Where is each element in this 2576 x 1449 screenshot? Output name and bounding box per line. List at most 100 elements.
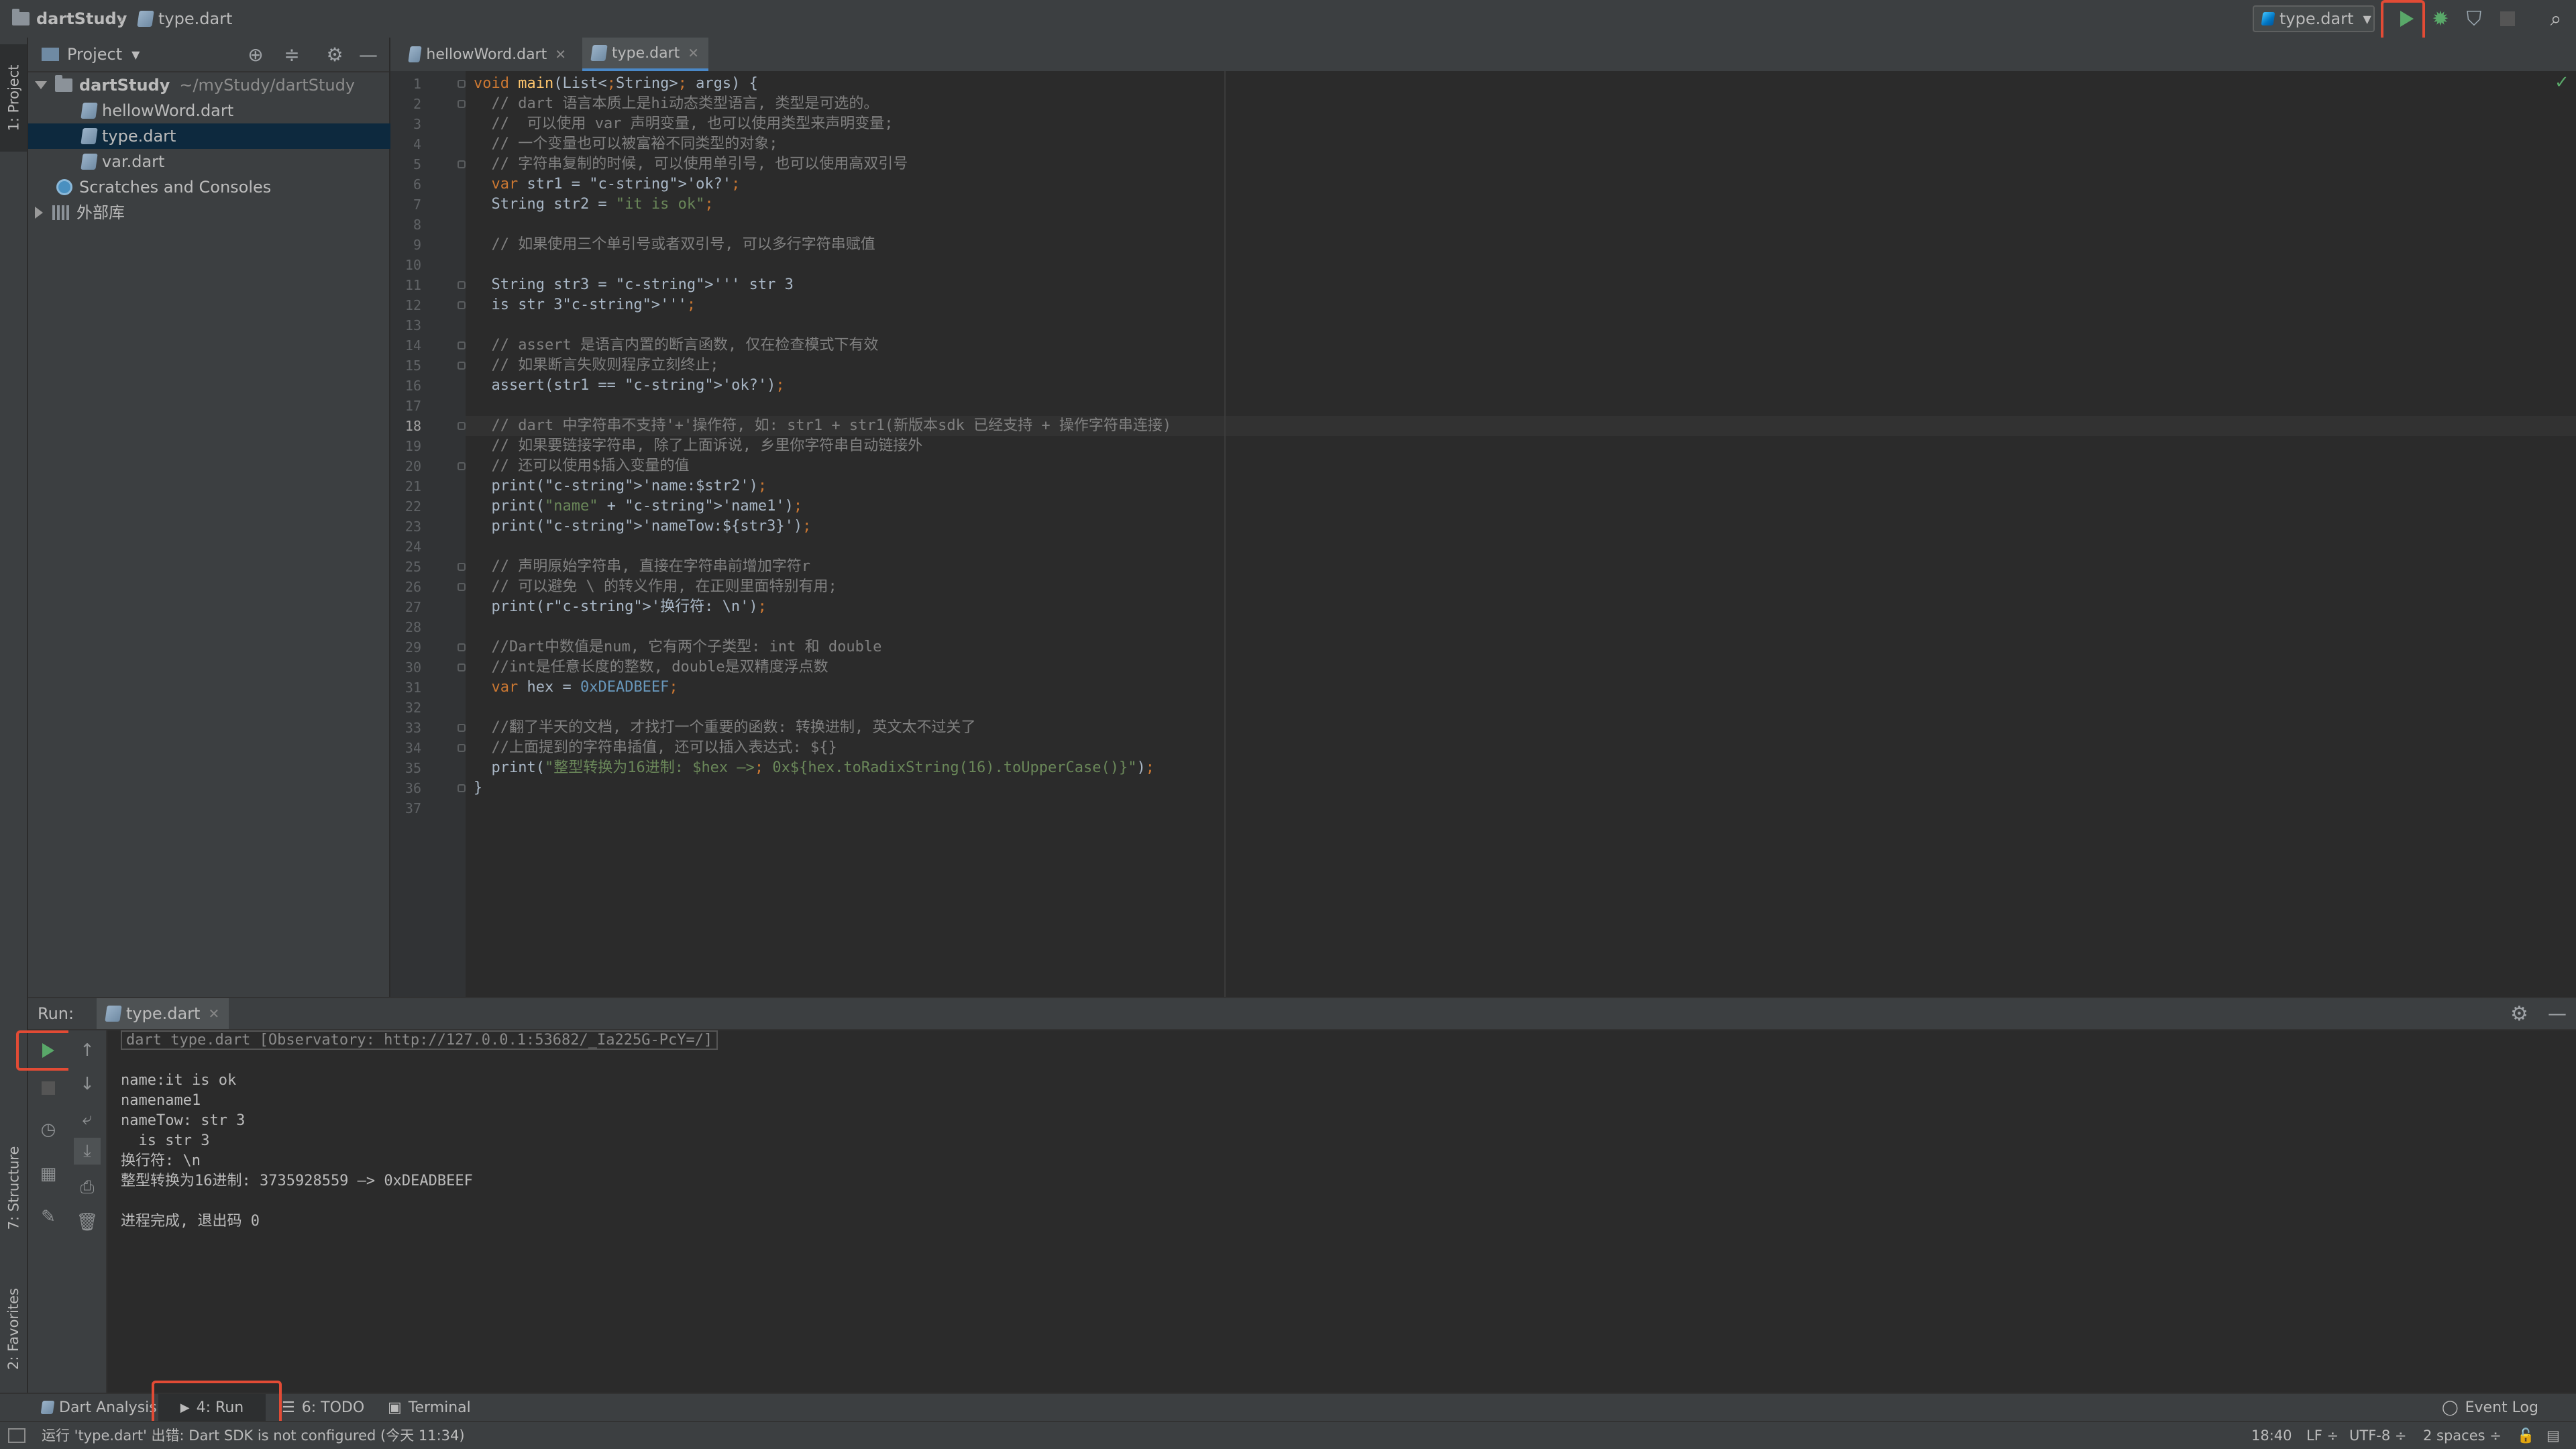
tool-dart-analysis[interactable]: Dart Analysis [40,1394,157,1421]
fold-marker-icon[interactable] [458,663,466,672]
tab-hellowword[interactable]: hellowWord.dart ✕ [400,38,576,71]
code-line[interactable]: // 还可以使用$插入变量的值 [474,456,689,476]
stop-button[interactable] [35,1075,62,1102]
scroll-down-button[interactable]: ↓ [74,1071,101,1097]
tree-item-dartstudy[interactable]: dartStudy ~/myStudy/dartStudy [28,72,396,98]
project-view-select[interactable]: Project [67,45,122,64]
fold-marker-icon[interactable] [458,583,466,591]
code-line[interactable]: print("整型转换为16进制: $hex —>; 0x${hex.toRad… [474,758,1154,778]
tool-run[interactable]: ▶ 4: Run [158,1394,266,1421]
code-line[interactable]: // 一个变量也可以被富裕不同类型的对象; [474,134,777,154]
locate-icon[interactable]: ⊕ [244,43,267,66]
code-line[interactable]: // dart 语言本质上是hi动态类型语言, 类型是可选的。 [474,94,878,114]
code-line[interactable]: // 如果使用三个单引号或者双引号, 可以多行字符串赋值 [474,235,875,255]
code-line[interactable]: // 如果要链接字符串, 除了上面诉说, 乡里你字符串自动链接外 [474,436,922,456]
tree-item-hellowword[interactable]: hellowWord.dart [28,98,443,123]
fold-marker-icon[interactable] [458,281,466,289]
code-line[interactable]: } [474,778,482,798]
hide-icon[interactable]: — [2548,1002,2567,1024]
tool-event-log[interactable]: ◯ Event Log [2442,1394,2538,1421]
gear-icon[interactable]: ⚙ [323,43,346,66]
fold-marker-icon[interactable] [458,422,466,430]
print-button[interactable]: ⎙ [74,1174,101,1201]
fold-marker-icon[interactable] [458,100,466,108]
tree-item-var-dart[interactable]: var.dart [28,149,443,174]
fold-marker-icon[interactable] [458,362,466,370]
close-icon[interactable]: ✕ [555,46,566,62]
fold-marker-icon[interactable] [458,744,466,752]
fold-marker-icon[interactable] [458,563,466,571]
file-encoding[interactable]: UTF-8 ÷ [2349,1422,2407,1449]
tree-item-type-dart[interactable]: type.dart [28,123,443,149]
code-line[interactable]: print("c-string">'nameTow:${str3}'); [474,517,811,537]
code-line[interactable]: //上面提到的字符串插值, 还可以插入表达式: ${} [474,738,837,758]
run-console[interactable]: dart type.dart [Observatory: http://127.… [107,1030,2576,1393]
chevron-down-icon[interactable]: ▼ [131,48,140,61]
fold-marker-icon[interactable] [458,462,466,470]
code-line[interactable]: var str1 = "c-string">'ok?'; [474,174,741,195]
notifications-icon[interactable]: ▤ [2546,1422,2560,1449]
breadcrumb-file[interactable]: type.dart [137,7,232,31]
code-line[interactable]: print("c-string">'name:$str2'); [474,476,767,496]
code-line[interactable]: // 可以避免 \ 的转义作用, 在正则里面特别有用; [474,577,837,597]
fold-marker-icon[interactable] [458,724,466,732]
gear-icon[interactable]: ⚙ [2510,1002,2528,1026]
scroll-up-button[interactable]: ↑ [74,1037,101,1064]
code-line[interactable]: var hex = 0xDEADBEEF; [474,678,678,698]
restore-layout-button[interactable]: ◷ [35,1116,62,1143]
code-line[interactable]: // 如果断言失败则程序立刻终止; [474,356,718,376]
panel-toggle-icon[interactable] [8,1428,25,1443]
code-line[interactable]: is str 3"c-string">'''; [474,295,696,315]
pin-tab-button[interactable]: ✎ [35,1203,62,1230]
close-icon[interactable]: ✕ [208,1006,219,1022]
code-line[interactable]: // assert 是语言内置的断言函数, 仅在检查模式下有效 [474,335,878,356]
code-line[interactable]: //翻了半天的文档, 才找打一个重要的函数: 转换进制, 英文太不过关了 [474,718,975,738]
code-line[interactable]: // 可以使用 var 声明变量, 也可以使用类型来声明变量; [474,114,893,134]
code-line[interactable]: void main(List<;String>; args) { [474,74,758,94]
caret-position[interactable]: 18:40 [2251,1422,2292,1449]
coverage-button[interactable]: ⛉ [2461,5,2487,32]
tab-type-dart[interactable]: type.dart ✕ [582,38,708,71]
debug-button[interactable]: ✹ [2427,5,2454,32]
tab-favorites[interactable]: 2: Favorites [0,1265,27,1393]
stop-button[interactable] [2494,5,2521,32]
status-message[interactable]: 运行 'type.dart' 出错: Dart SDK is not confi… [42,1422,465,1449]
indent-setting[interactable]: 2 spaces ÷ [2423,1422,2502,1449]
close-icon[interactable]: ✕ [688,45,699,61]
code-line[interactable]: print("name" + "c-string">'name1'); [474,496,802,517]
fold-marker-icon[interactable] [458,341,466,350]
tool-terminal[interactable]: ▣ Terminal [388,1394,471,1421]
fold-marker-icon[interactable] [458,80,466,88]
soft-wrap-button[interactable]: ⤶ [74,1106,101,1132]
lock-icon[interactable]: 🔓 [2517,1422,2534,1449]
code-line[interactable]: // 字符串复制的时候, 可以使用单引号, 也可以使用高双引号 [474,154,908,174]
code-line[interactable]: assert(str1 == "c-string">'ok?'); [474,376,784,396]
tab-structure[interactable]: 7: Structure [0,1131,27,1245]
run-button[interactable] [2394,5,2420,32]
collapse-all-icon[interactable]: ≑ [280,43,303,66]
code-line[interactable]: //int是任意长度的整数, double是双精度浮点数 [474,657,828,678]
hide-icon[interactable]: — [357,43,380,66]
expand-arrow-icon[interactable] [35,207,43,219]
code-line[interactable]: String str3 = "c-string">''' str 3 [474,275,793,295]
layout-button[interactable]: ▦ [35,1161,62,1187]
breadcrumb-project[interactable]: dartStudy [12,7,127,31]
line-separator[interactable]: LF ÷ [2306,1422,2339,1449]
fold-marker-icon[interactable] [458,643,466,651]
run-tab-type-dart[interactable]: type.dart ✕ [97,998,229,1029]
code-line[interactable]: // 声明原始字符串, 直接在字符串前增加字符r [474,557,810,577]
run-configuration-select[interactable]: type.dart ▼ [2253,5,2375,32]
code-editor[interactable]: void main(List<;String>; args) { // dart… [466,71,2576,997]
code-line[interactable]: // dart 中字符串不支持'+'操作符, 如: str1 + str1(新版… [474,416,1171,436]
code-line[interactable]: print(r"c-string">'换行符: \n'); [474,597,766,617]
rerun-button[interactable] [35,1037,62,1064]
scroll-to-end-button[interactable]: ⤓ [74,1138,101,1165]
tab-project[interactable]: 1: Project [0,44,27,152]
tree-item-external-libraries[interactable]: 外部库 [28,200,396,225]
fold-marker-icon[interactable] [458,784,466,792]
expand-arrow-icon[interactable] [35,81,47,89]
tool-todo[interactable]: ☰ 6: TODO [282,1394,364,1421]
clear-all-button[interactable]: 🗑 [74,1209,101,1236]
tree-item-scratches[interactable]: Scratches and Consoles [28,174,417,200]
fold-marker-icon[interactable] [458,160,466,168]
